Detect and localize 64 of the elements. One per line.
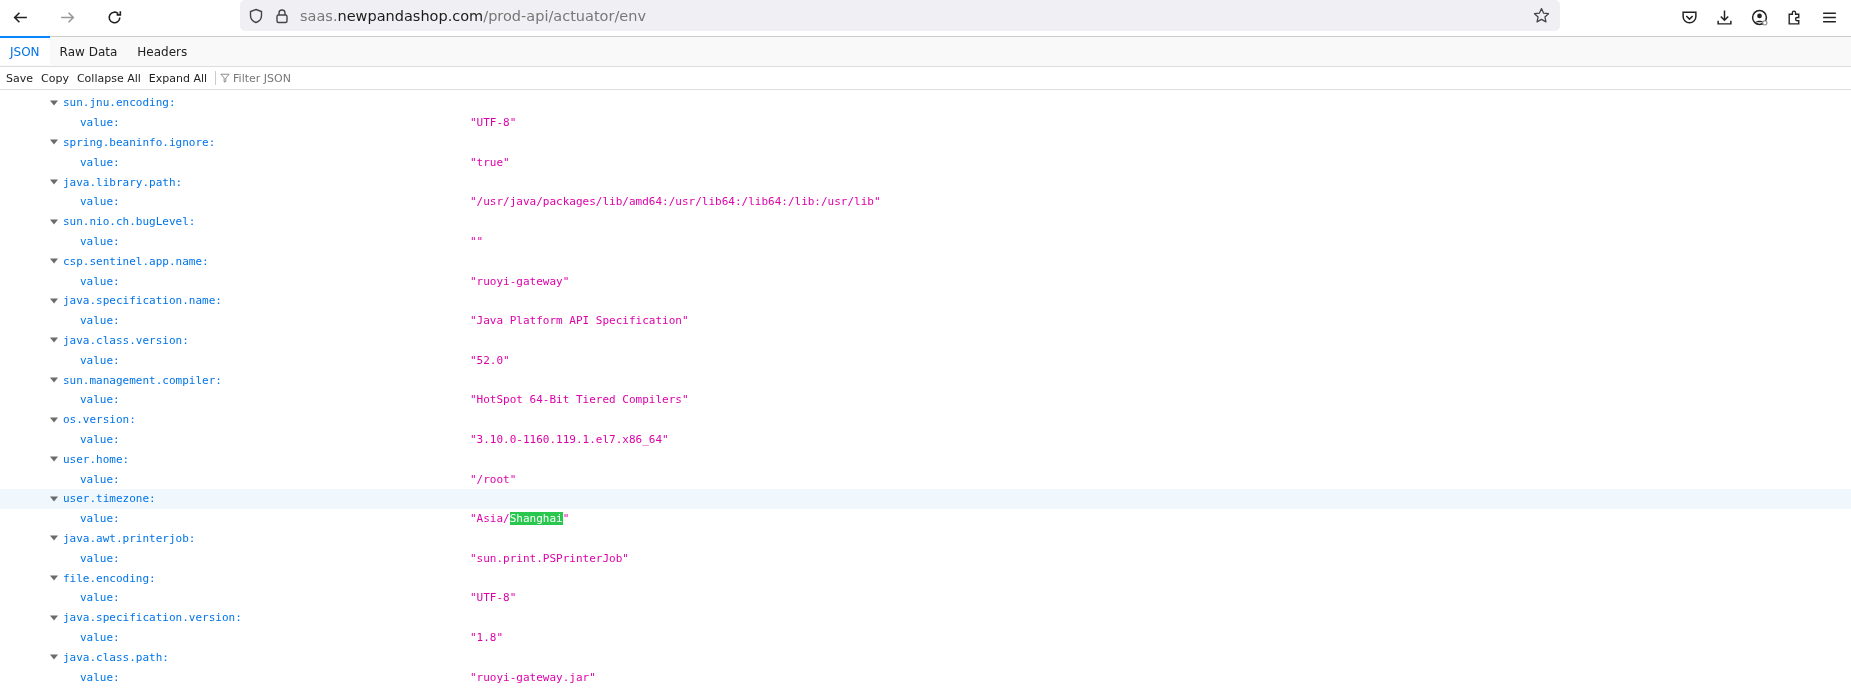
- toolbar-button[interactable]: Collapse All: [72, 68, 145, 88]
- value-label: value:: [80, 393, 121, 407]
- viewer-tab[interactable]: Raw Data: [49, 36, 128, 65]
- property-key: java.specification.name:: [63, 294, 222, 308]
- property-value: "Java Platform API Specification": [470, 314, 689, 328]
- property-value: "sun.print.PSPrinterJob": [470, 551, 629, 565]
- property-value: "": [470, 234, 484, 248]
- property-key: sun.nio.ch.bugLevel:: [63, 215, 196, 229]
- property-value: "ruoyi-gateway": [470, 274, 570, 288]
- funnel-icon: [220, 73, 231, 83]
- value-label: value:: [80, 274, 121, 288]
- reload-icon[interactable]: [106, 8, 123, 26]
- pocket-icon[interactable]: [1681, 8, 1698, 26]
- property-value: "1.8": [470, 630, 504, 644]
- property-key: user.timezone:: [63, 492, 156, 506]
- value-label: value:: [80, 116, 121, 130]
- property-key: user.home:: [63, 452, 130, 466]
- expand-toggle-icon[interactable]: [49, 573, 59, 583]
- property-value: "ruoyi-gateway.jar": [470, 670, 596, 684]
- property-value: "/usr/java/packages/lib/amd64:/usr/lib64:/lib64:/lib:/usr/lib": [470, 195, 881, 209]
- filter-field[interactable]: Filter JSON: [233, 71, 434, 85]
- property-key: csp.sentinel.app.name:: [63, 254, 209, 268]
- value-label: value:: [80, 512, 121, 526]
- property-key: java.specification.version:: [63, 611, 242, 625]
- property-value: "UTF-8": [470, 591, 517, 605]
- download-icon[interactable]: [1716, 8, 1733, 26]
- value-label: value:: [80, 155, 121, 169]
- property-value: "52.0": [470, 353, 510, 367]
- value-label: value:: [80, 353, 121, 367]
- value-label: value:: [80, 670, 121, 684]
- property-value: "3.10.0-1160.119.1.el7.x86_64": [470, 432, 669, 446]
- toolbar-button[interactable]: Copy: [37, 68, 73, 88]
- value-label: value:: [80, 630, 121, 644]
- property-key: java.class.path:: [63, 650, 169, 664]
- star-icon[interactable]: [1533, 7, 1550, 24]
- property-key: file.encoding:: [63, 571, 156, 585]
- property-key: java.awt.printerjob:: [63, 531, 196, 545]
- value-label: value:: [80, 591, 121, 605]
- property-key: spring.beaninfo.ignore:: [63, 136, 216, 149]
- property-value: "Asia/Shanghai": [470, 512, 570, 526]
- account-icon[interactable]: [1751, 8, 1768, 26]
- property-value: "true": [470, 155, 510, 169]
- value-label: value:: [80, 472, 121, 486]
- shield-icon[interactable]: [248, 7, 264, 24]
- property-key: os.version:: [63, 413, 136, 427]
- value-label: value:: [80, 234, 121, 248]
- property-value: "HotSpot 64-Bit Tiered Compilers": [470, 393, 689, 407]
- viewer-tab[interactable]: Headers: [127, 36, 198, 65]
- property-value: "UTF-8": [470, 116, 517, 130]
- value-label: value:: [80, 551, 121, 565]
- viewer-tab[interactable]: JSON: [0, 36, 50, 65]
- padlock-icon[interactable]: [274, 7, 290, 24]
- property-key: sun.jnu.encoding:: [63, 96, 176, 110]
- url-text: saas.newpandashop.com/prod-api/actuator/env: [300, 7, 647, 24]
- value-label: value:: [80, 432, 121, 446]
- property-key: sun.management.compiler:: [63, 373, 222, 387]
- address-bar[interactable]: saas.newpandashop.com/prod-api/actuator/env: [240, 0, 1560, 31]
- property-key: java.library.path:: [63, 175, 183, 189]
- value-label: value:: [80, 314, 121, 328]
- toolbar-button[interactable]: Expand All: [144, 68, 212, 88]
- toolbar-button[interactable]: Save: [2, 68, 37, 88]
- property-value: "/root": [470, 472, 517, 486]
- property-key: java.class.version:: [63, 333, 189, 347]
- value-label: value:: [80, 195, 121, 209]
